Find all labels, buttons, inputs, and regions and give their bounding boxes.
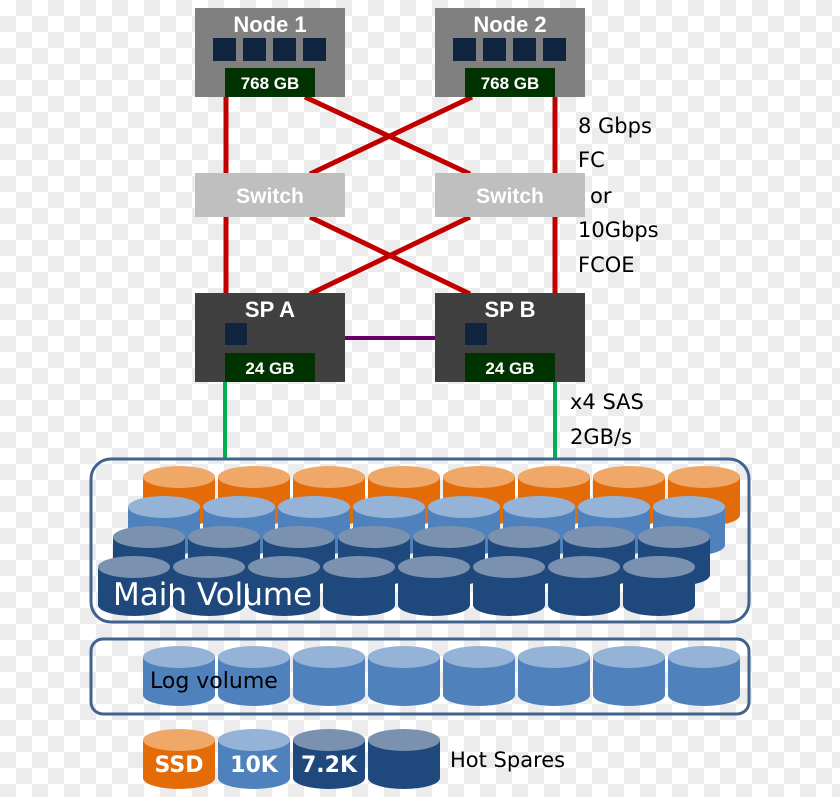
disk-7-2k [548,556,620,616]
sas-label-line: x4 SAS [570,390,644,414]
switch-1: Switch [195,173,345,217]
node-title: Node 1 [233,12,306,37]
disk-10k [443,646,515,706]
switch-label: Switch [476,185,544,208]
disk-7-2k [368,729,440,789]
disk-type-label: 7.2K [301,753,358,778]
node-memory: 768 GB [481,74,540,93]
disk-10k [518,646,590,706]
disk-7-2k [623,556,695,616]
disk-7-2k: 7.2K [293,729,365,789]
disk-7-2k [473,556,545,616]
fc-label-line: or [590,184,612,208]
sp-memory: 24 GB [245,359,294,378]
disk-10k: 10K [218,729,290,789]
legend: SSD 10K 7.2K [143,729,440,789]
fc-label-line: FC [578,148,605,172]
hot-spares-label: Hot Spares [450,748,565,772]
sas-label-line: 2GB/s [570,425,632,449]
fc-label-line: FCOE [578,253,635,277]
fc-label-line: 8 Gbps [578,114,652,138]
sp-title: SP B [485,297,536,322]
sp-b: SP B 24 GB [435,293,585,382]
storage-architecture-diagram: Node 1 768 GB Node 2 768 GB Switch Switc… [89,8,751,789]
disk-10k [293,646,365,706]
log-volume-label: Log volume [150,669,278,694]
disk-type-label: SSD [155,753,204,778]
main-volume-label: Main Volume [113,577,312,613]
disk-10k [368,646,440,706]
fc-link-label: 8 Gbps FC or 10Gbps FCOE [578,114,659,277]
node-title: Node 2 [473,12,546,37]
disk-ssd: SSD [143,729,215,789]
node-memory: 768 GB [241,74,300,93]
sp-memory: 24 GB [485,359,534,378]
disk-10k [668,646,740,706]
node-1: Node 1 768 GB [195,8,345,97]
switch-label: Switch [236,185,304,208]
node-2: Node 2 768 GB [435,8,585,97]
fc-label-line: 10Gbps [578,218,659,242]
disk-7-2k [398,556,470,616]
sp-a: SP A 24 GB [195,293,345,382]
sp-title: SP A [245,297,295,322]
disk-7-2k [323,556,395,616]
disk-type-label: 10K [230,753,279,778]
disk-10k [593,646,665,706]
sas-link-label: x4 SAS 2GB/s [570,390,644,449]
cpu-square [465,323,487,345]
switch-2: Switch [435,173,585,217]
cpu-square [225,323,247,345]
